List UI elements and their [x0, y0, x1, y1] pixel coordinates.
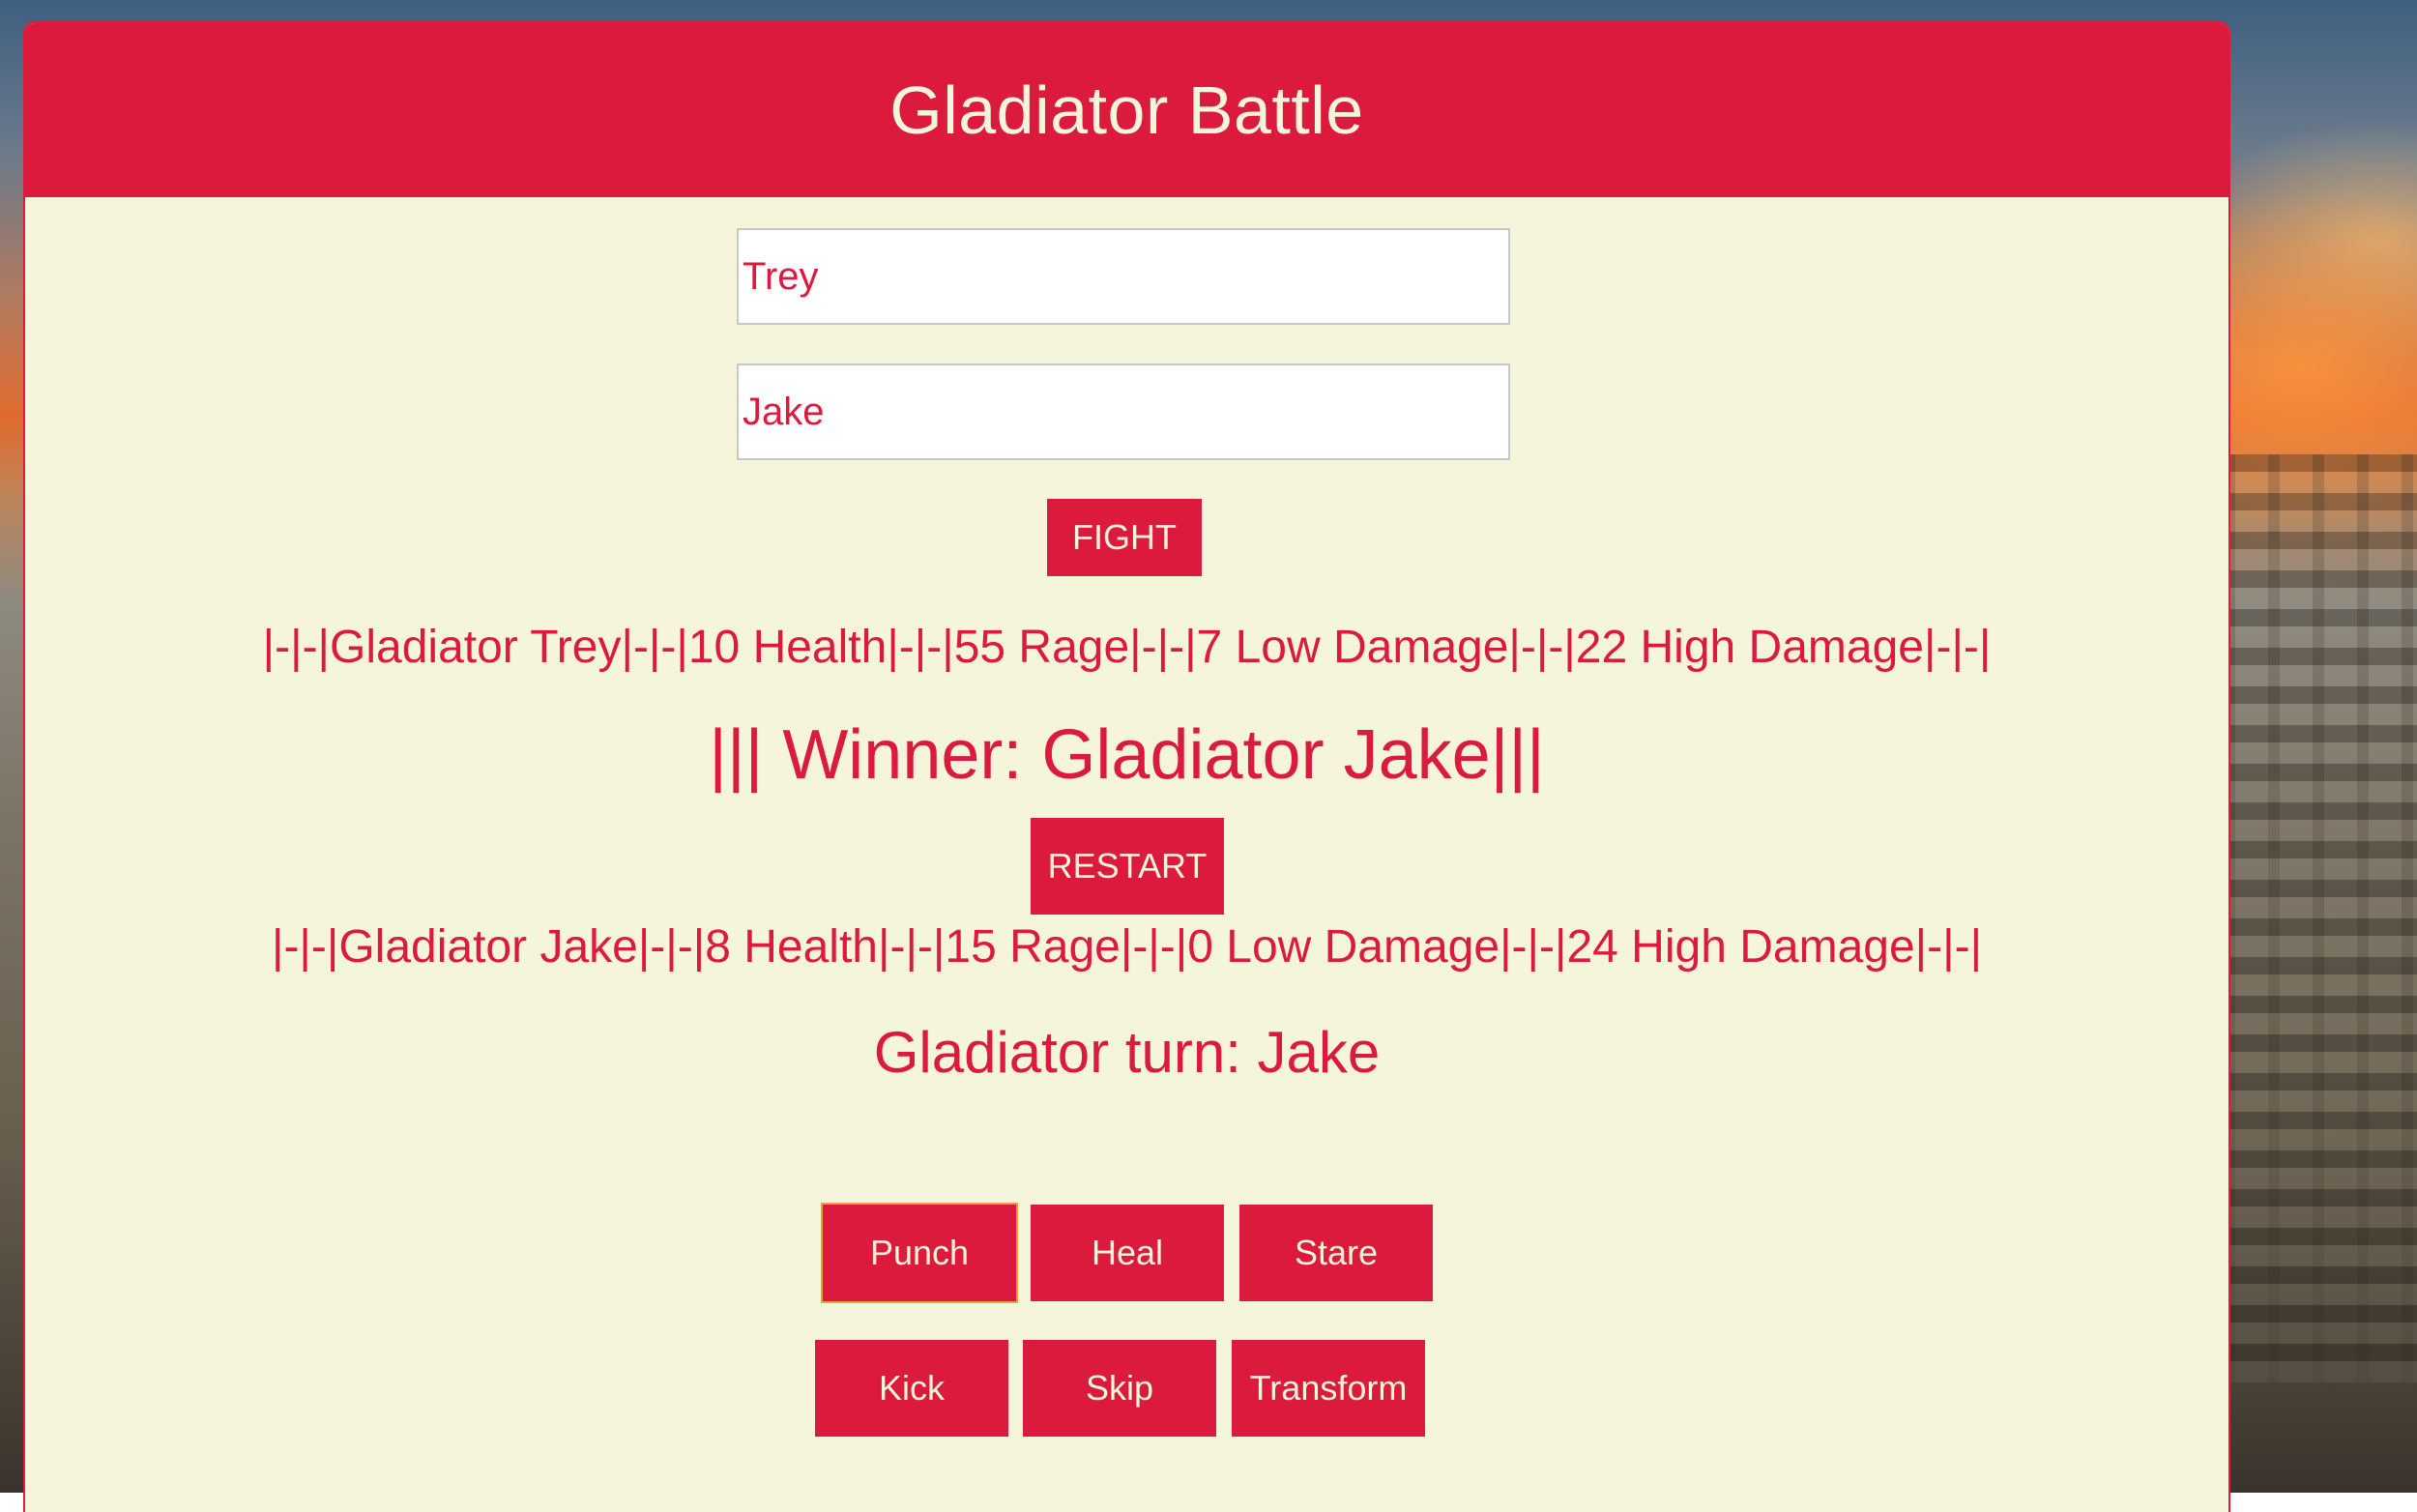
kick-button[interactable]: Kick: [815, 1340, 1008, 1437]
fight-button[interactable]: FIGHT: [1047, 499, 1202, 576]
heal-button[interactable]: Heal: [1031, 1205, 1224, 1301]
gladiator-1-name-input[interactable]: [737, 228, 1510, 325]
page-title: Gladiator Battle: [889, 73, 1364, 148]
skip-button[interactable]: Skip: [1023, 1340, 1216, 1437]
gladiator-2-stats: |-|-|Gladiator Jake|-|-|8 Health|-|-|15 …: [271, 921, 1983, 973]
restart-button[interactable]: RESTART: [1031, 818, 1224, 915]
game-panel: Gladiator Battle FIGHT |-|-|Gladiator Tr…: [25, 23, 2228, 1512]
punch-button[interactable]: Punch: [823, 1205, 1016, 1301]
gladiator-1-stats: |-|-|Gladiator Trey|-|-|10 Health|-|-|55…: [262, 622, 1992, 673]
header-bar: Gladiator Battle: [25, 23, 2228, 197]
winner-announcement: ||| Winner: Gladiator Jake|||: [709, 716, 1545, 794]
transform-button[interactable]: Transform: [1232, 1340, 1425, 1437]
stare-button[interactable]: Stare: [1239, 1205, 1433, 1301]
gladiator-2-name-input[interactable]: [737, 363, 1510, 460]
turn-indicator: Gladiator turn: Jake: [873, 1020, 1381, 1085]
